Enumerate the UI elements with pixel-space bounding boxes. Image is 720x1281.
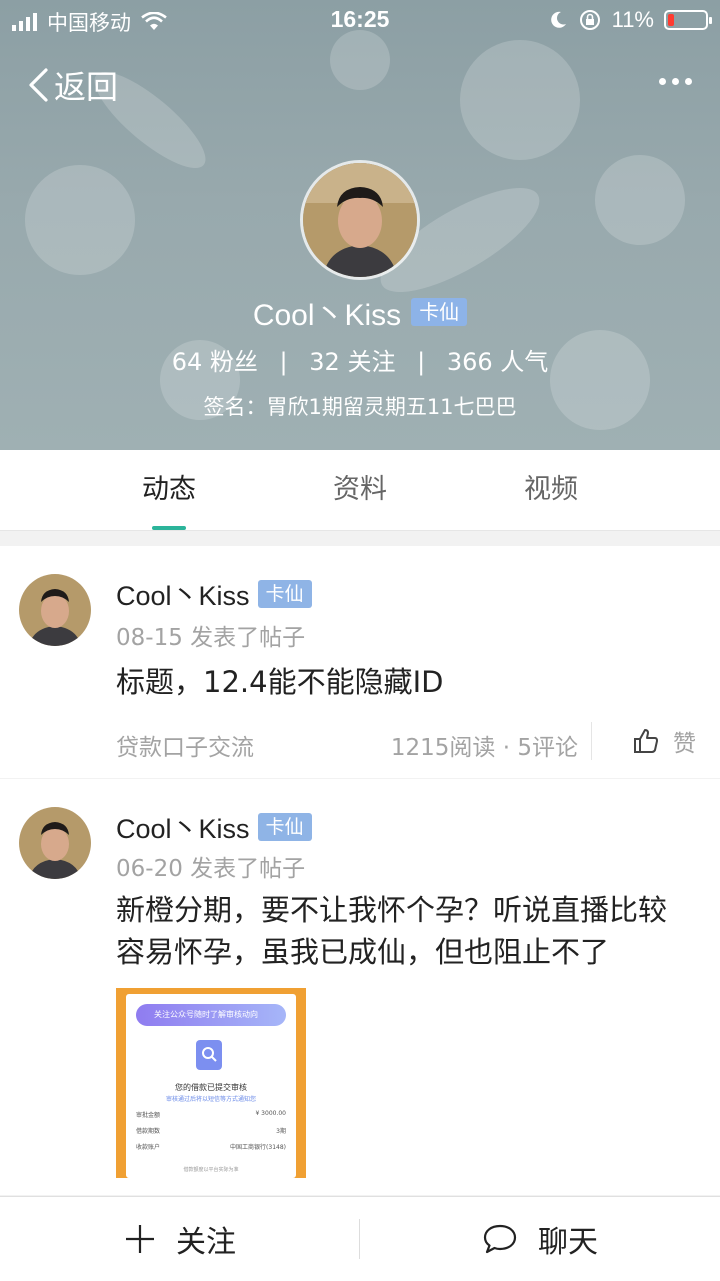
image-row-label: 收款账户 (136, 1144, 161, 1151)
avatar[interactable] (19, 574, 91, 646)
like-label: 赞 (673, 731, 696, 757)
avatar[interactable] (19, 807, 91, 879)
profile-signature: 签名：胃欣1期留灵期五11七巴巴 (203, 395, 517, 419)
image-row-label: 审批金额 (136, 1112, 161, 1119)
plus-icon (126, 1225, 154, 1253)
more-dots-icon (659, 78, 666, 85)
post-image-card: 关注公众号随时了解审核动向 您的借款已提交审核 审核通过后将以短信等方式通知您 … (126, 994, 296, 1178)
post-image-banner: 关注公众号随时了解审核动向 (136, 1004, 286, 1026)
post-image-rows: 审批金额 ¥ 3000.00 借款期数 3期 收款账户 中国工商银行(3148) (136, 1110, 286, 1158)
tab-activity[interactable]: 动态 (99, 450, 239, 530)
like-button[interactable]: 赞 (633, 724, 696, 758)
post-card[interactable]: Cool丶Kiss 卡仙 06-20 发表了帖子 新橙分期，要不让我怀个孕？听说… (0, 779, 720, 1195)
profile-tabs: 动态 资料 视频 (0, 450, 720, 531)
follow-button[interactable]: 关注 (0, 1197, 360, 1281)
tab-label: 资料 (333, 474, 387, 505)
follow-stat[interactable]: 32 关注 (309, 348, 395, 376)
level-badge: 卡仙 (257, 812, 312, 841)
popularity-count: 366 (446, 348, 493, 376)
post-author-row: Cool丶Kiss 卡仙 (116, 574, 312, 613)
profile-name-row: Cool丶Kiss 卡仙 (0, 290, 720, 334)
image-row-value: ¥ 3000.00 (255, 1110, 286, 1117)
fans-label: 粉丝 (209, 348, 258, 376)
tab-label: 视频 (524, 474, 578, 505)
chat-bubble-icon (483, 1224, 517, 1254)
more-button[interactable] (659, 78, 692, 85)
status-bar: 中国移动 16:25 11% (0, 0, 720, 40)
back-label: 返回 (54, 68, 119, 106)
battery-icon (664, 10, 712, 30)
follow-count: 32 (309, 348, 340, 376)
post-author[interactable]: Cool丶Kiss (116, 574, 250, 613)
popularity-label: 人气 (500, 348, 549, 376)
profile-name: Cool丶Kiss (252, 299, 402, 332)
post-title[interactable]: 新橙分期，要不让我怀个孕？听说直播比较容易怀孕，虽我已成仙，但也阻止不了 (116, 889, 690, 973)
post-meta: 08-15 发表了帖子 (116, 625, 306, 651)
post-author[interactable]: Cool丶Kiss (116, 807, 250, 846)
battery-percent: 11% (611, 7, 654, 32)
profile-stats: 64 粉丝 | 32 关注 | 366 人气 (0, 342, 720, 377)
avatar-photo (19, 807, 91, 879)
post-image-subtitle: 审核通过后将以短信等方式通知您 (165, 1096, 256, 1103)
rotation-lock-icon (579, 10, 600, 30)
tab-label: 动态 (142, 474, 196, 505)
stats-separator: | (279, 348, 288, 376)
profile-header: 中国移动 16:25 11% 返回 Cool丶Kiss 卡仙 64 粉丝 | 3… (0, 0, 720, 450)
follow-label: 关注 (347, 348, 396, 376)
image-row-label: 借款期数 (136, 1128, 161, 1135)
tab-profile-info[interactable]: 资料 (290, 450, 430, 530)
avatar-photo (19, 574, 91, 646)
post-footer: 贷款口子交流 1215阅读 · 5评论 赞 (116, 722, 696, 762)
avatar-photo (303, 163, 417, 277)
post-meta: 06-20 发表了帖子 (116, 856, 306, 882)
stats-separator: | (417, 348, 426, 376)
post-author-row: Cool丶Kiss 卡仙 (116, 807, 312, 846)
document-search-icon (196, 1040, 222, 1070)
image-row-value: 中国工商银行(3148) (230, 1144, 286, 1151)
follow-button-label: 关注 (176, 1225, 236, 1260)
fans-stat[interactable]: 64 粉丝 (172, 348, 258, 376)
post-image[interactable]: 关注公众号随时了解审核动向 您的借款已提交审核 审核通过后将以短信等方式通知您 … (116, 988, 306, 1178)
post-counts: 1215阅读 · 5评论 (390, 735, 578, 761)
forum-tag[interactable]: 贷款口子交流 (116, 728, 254, 762)
fans-count: 64 (171, 348, 203, 376)
back-button[interactable]: 返回 (26, 62, 118, 108)
level-badge: 卡仙 (257, 579, 312, 608)
tab-active-indicator (152, 526, 186, 530)
moon-icon (550, 11, 566, 28)
post-image-status: 您的借款已提交审核 (175, 1083, 247, 1092)
chat-button-label: 聊天 (538, 1225, 598, 1260)
chevron-left-icon (29, 68, 48, 102)
popularity-stat: 366 人气 (447, 348, 548, 376)
bottom-action-bar: 关注 聊天 (0, 1196, 720, 1281)
post-title[interactable]: 标题，12.4能不能隐藏ID (116, 661, 690, 703)
level-badge: 卡仙 (411, 298, 468, 326)
profile-avatar[interactable] (300, 160, 420, 280)
post-image-footer: 借款额度以平台实际为准 (183, 1167, 239, 1173)
divider (591, 722, 592, 760)
chat-button[interactable]: 聊天 (360, 1197, 720, 1281)
thumbs-up-icon (634, 729, 658, 753)
image-row-value: 3期 (276, 1128, 286, 1135)
post-card[interactable]: Cool丶Kiss 卡仙 08-15 发表了帖子 标题，12.4能不能隐藏ID … (0, 546, 720, 778)
tab-videos[interactable]: 视频 (481, 450, 621, 530)
